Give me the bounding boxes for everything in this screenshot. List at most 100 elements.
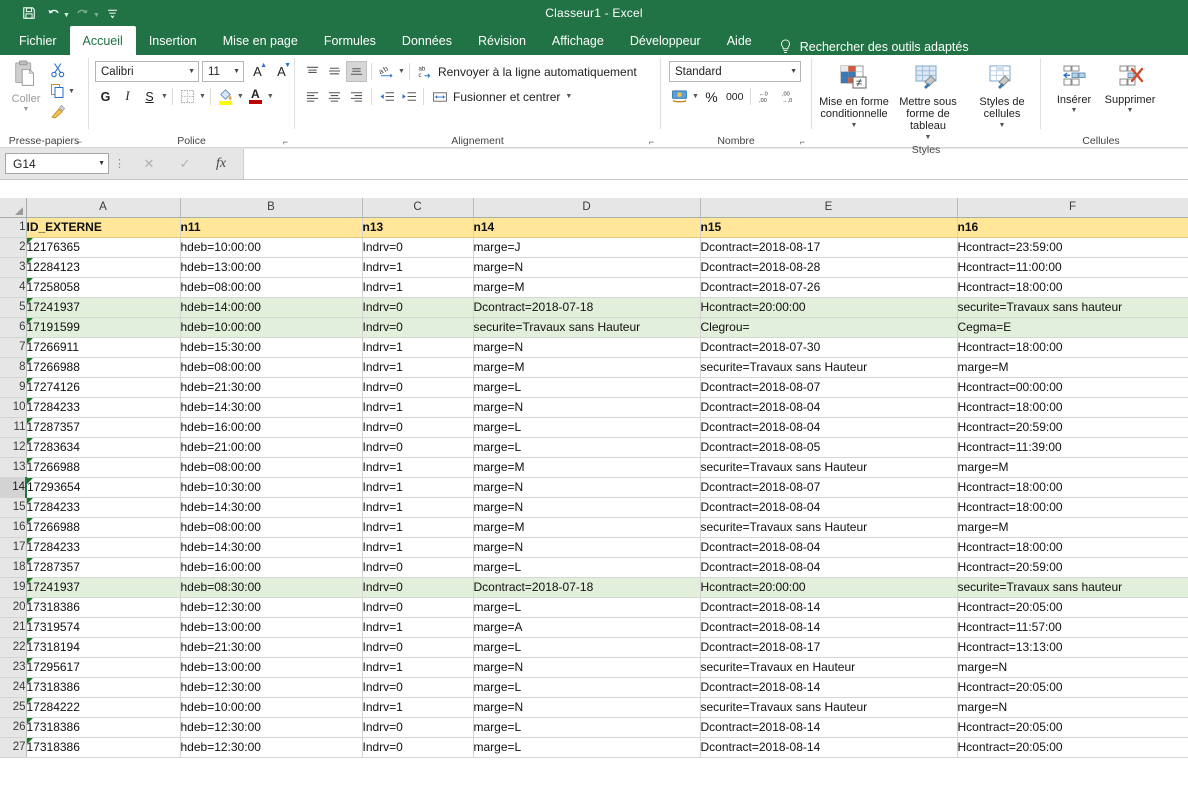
- font-color-dropdown-icon[interactable]: ▼: [267, 93, 274, 100]
- row-header-21[interactable]: 21: [0, 617, 27, 638]
- cell-B19[interactable]: hdeb=08:30:00: [180, 577, 363, 598]
- font-size-combo[interactable]: 11 ▼: [202, 61, 244, 82]
- cell-E19[interactable]: Hcontract=20:00:00: [700, 577, 958, 598]
- cell-D1[interactable]: n14: [473, 217, 701, 238]
- cell-D27[interactable]: marge=L: [473, 737, 701, 758]
- cell-E24[interactable]: Dcontract=2018-08-14: [700, 677, 958, 698]
- increase-indent-button[interactable]: [398, 86, 419, 107]
- cell-B13[interactable]: hdeb=08:00:00: [180, 457, 363, 478]
- cell-B18[interactable]: hdeb=16:00:00: [180, 557, 363, 578]
- cell-A7[interactable]: 17266911: [26, 337, 181, 358]
- cell-A23[interactable]: 17295617: [26, 657, 181, 678]
- fill-color-dropdown-icon[interactable]: ▼: [237, 93, 244, 100]
- cell-F23[interactable]: marge=N: [957, 657, 1188, 678]
- cell-A5[interactable]: 17241937: [26, 297, 181, 318]
- cell-C13[interactable]: Indrv=1: [362, 457, 474, 478]
- cell-D3[interactable]: marge=N: [473, 257, 701, 278]
- cell-B26[interactable]: hdeb=12:30:00: [180, 717, 363, 738]
- cell-F7[interactable]: Hcontract=18:00:00: [957, 337, 1188, 358]
- cell-B21[interactable]: hdeb=13:00:00: [180, 617, 363, 638]
- cell-C17[interactable]: Indrv=1: [362, 537, 474, 558]
- tab-accueil[interactable]: Accueil: [69, 26, 136, 55]
- delete-cells-button[interactable]: Supprimer ▼: [1103, 60, 1157, 114]
- cell-B12[interactable]: hdeb=21:00:00: [180, 437, 363, 458]
- decrease-indent-button[interactable]: [376, 86, 397, 107]
- cell-D7[interactable]: marge=N: [473, 337, 701, 358]
- align-center-button[interactable]: [324, 86, 345, 107]
- format-painter-button[interactable]: [50, 103, 75, 121]
- cell-D26[interactable]: marge=L: [473, 717, 701, 738]
- row-header-16[interactable]: 16: [0, 517, 27, 538]
- align-right-button[interactable]: [346, 86, 367, 107]
- cell-B6[interactable]: hdeb=10:00:00: [180, 317, 363, 338]
- underline-button[interactable]: S: [139, 86, 160, 107]
- cell-A26[interactable]: 17318386: [26, 717, 181, 738]
- cell-E12[interactable]: Dcontract=2018-08-05: [700, 437, 958, 458]
- merge-and-center-button[interactable]: Fusionner et centrer ▼: [428, 86, 576, 107]
- font-dialog-launcher[interactable]: ⌐: [283, 137, 288, 147]
- percent-style-button[interactable]: %: [701, 86, 722, 107]
- row-header-10[interactable]: 10: [0, 397, 27, 418]
- cell-A11[interactable]: 17287357: [26, 417, 181, 438]
- cell-E18[interactable]: Dcontract=2018-08-04: [700, 557, 958, 578]
- cell-A20[interactable]: 17318386: [26, 597, 181, 618]
- cell-E21[interactable]: Dcontract=2018-08-14: [700, 617, 958, 638]
- row-header-12[interactable]: 12: [0, 437, 27, 458]
- cell-C23[interactable]: Indrv=1: [362, 657, 474, 678]
- insert-dropdown-icon[interactable]: ▼: [1071, 107, 1078, 114]
- cell-F8[interactable]: marge=M: [957, 357, 1188, 378]
- cell-A10[interactable]: 17284233: [26, 397, 181, 418]
- cell-E27[interactable]: Dcontract=2018-08-14: [700, 737, 958, 758]
- cell-C15[interactable]: Indrv=1: [362, 497, 474, 518]
- cell-D13[interactable]: marge=M: [473, 457, 701, 478]
- row-header-17[interactable]: 17: [0, 537, 27, 558]
- row-header-6[interactable]: 6: [0, 317, 27, 338]
- fill-color-button[interactable]: [215, 86, 236, 107]
- cell-F13[interactable]: marge=M: [957, 457, 1188, 478]
- paste-button[interactable]: Coller ▼: [4, 58, 48, 121]
- cell-F15[interactable]: Hcontract=18:00:00: [957, 497, 1188, 518]
- decrease-font-size-button[interactable]: A ▼: [271, 61, 292, 82]
- row-header-1[interactable]: 1: [0, 217, 27, 238]
- cell-E5[interactable]: Hcontract=20:00:00: [700, 297, 958, 318]
- cell-E20[interactable]: Dcontract=2018-08-14: [700, 597, 958, 618]
- cell-D22[interactable]: marge=L: [473, 637, 701, 658]
- cell-E17[interactable]: Dcontract=2018-08-04: [700, 537, 958, 558]
- font-name-combo[interactable]: Calibri ▼: [95, 61, 199, 82]
- cell-C21[interactable]: Indrv=1: [362, 617, 474, 638]
- cell-A4[interactable]: 17258058: [26, 277, 181, 298]
- row-header-9[interactable]: 9: [0, 377, 27, 398]
- paste-dropdown-icon[interactable]: ▼: [23, 106, 30, 113]
- cell-D15[interactable]: marge=N: [473, 497, 701, 518]
- cell-B5[interactable]: hdeb=14:00:00: [180, 297, 363, 318]
- cell-E6[interactable]: Clegrou=: [700, 317, 958, 338]
- cell-F21[interactable]: Hcontract=11:57:00: [957, 617, 1188, 638]
- cell-B4[interactable]: hdeb=08:00:00: [180, 277, 363, 298]
- cell-C22[interactable]: Indrv=0: [362, 637, 474, 658]
- cell-A16[interactable]: 17266988: [26, 517, 181, 538]
- align-left-button[interactable]: [302, 86, 323, 107]
- cell-B9[interactable]: hdeb=21:30:00: [180, 377, 363, 398]
- cell-D4[interactable]: marge=M: [473, 277, 701, 298]
- cell-C16[interactable]: Indrv=1: [362, 517, 474, 538]
- insert-cells-button[interactable]: Insérer ▼: [1047, 60, 1101, 114]
- row-header-24[interactable]: 24: [0, 677, 27, 698]
- cell-E16[interactable]: securite=Travaux sans Hauteur: [700, 517, 958, 538]
- cell-D23[interactable]: marge=N: [473, 657, 701, 678]
- cell-B7[interactable]: hdeb=15:30:00: [180, 337, 363, 358]
- accounting-dropdown-icon[interactable]: ▼: [692, 93, 699, 100]
- accounting-format-button[interactable]: [669, 86, 690, 107]
- wrap-text-button[interactable]: ab c Renvoyer à la ligne automatiquement: [414, 61, 641, 82]
- orientation-button[interactable]: a b: [376, 61, 397, 82]
- tab-formules[interactable]: Formules: [311, 26, 389, 55]
- cell-B22[interactable]: hdeb=21:30:00: [180, 637, 363, 658]
- cell-F17[interactable]: Hcontract=18:00:00: [957, 537, 1188, 558]
- tell-me-search[interactable]: Rechercher des outils adaptés: [779, 39, 969, 55]
- row-header-15[interactable]: 15: [0, 497, 27, 518]
- cell-B16[interactable]: hdeb=08:00:00: [180, 517, 363, 538]
- cell-B11[interactable]: hdeb=16:00:00: [180, 417, 363, 438]
- cell-A22[interactable]: 17318194: [26, 637, 181, 658]
- cell-C1[interactable]: n13: [362, 217, 474, 238]
- cell-D17[interactable]: marge=N: [473, 537, 701, 558]
- cell-A1[interactable]: ID_EXTERNE: [26, 217, 181, 238]
